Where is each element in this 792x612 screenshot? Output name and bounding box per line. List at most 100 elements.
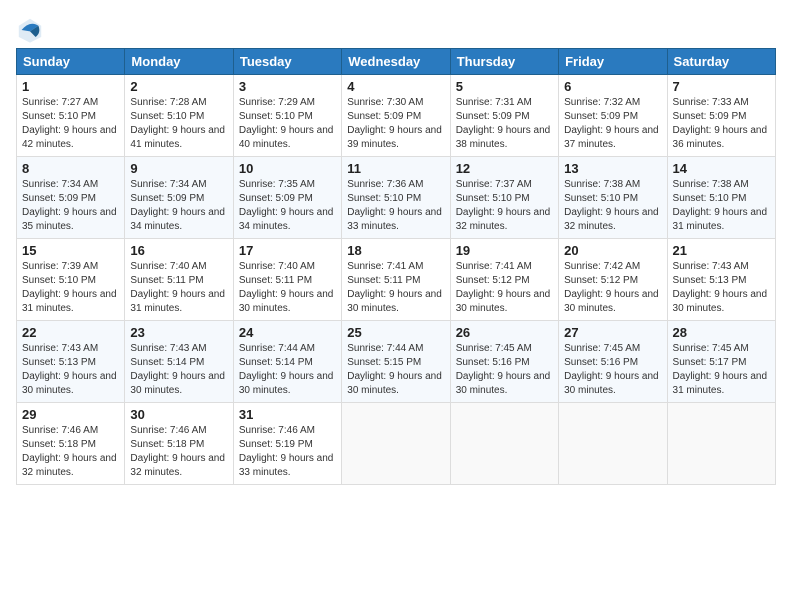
day-number: 1 [22,79,119,94]
day-info: Sunrise: 7:41 AM Sunset: 5:12 PM Dayligh… [456,260,553,316]
day-info: Sunrise: 7:38 AM Sunset: 5:10 PM Dayligh… [673,178,770,234]
day-number: 19 [456,243,553,258]
day-cell: 11 Sunrise: 7:36 AM Sunset: 5:10 PM Dayl… [342,157,450,239]
day-cell: 29 Sunrise: 7:46 AM Sunset: 5:18 PM Dayl… [17,403,125,485]
day-number: 18 [347,243,444,258]
day-info: Sunrise: 7:43 AM Sunset: 5:14 PM Dayligh… [130,342,227,398]
day-cell: 24 Sunrise: 7:44 AM Sunset: 5:14 PM Dayl… [233,321,341,403]
day-cell: 2 Sunrise: 7:28 AM Sunset: 5:10 PM Dayli… [125,75,233,157]
day-info: Sunrise: 7:44 AM Sunset: 5:15 PM Dayligh… [347,342,444,398]
day-number: 7 [673,79,770,94]
day-info: Sunrise: 7:45 AM Sunset: 5:16 PM Dayligh… [564,342,661,398]
day-number: 12 [456,161,553,176]
day-cell: 26 Sunrise: 7:45 AM Sunset: 5:16 PM Dayl… [450,321,558,403]
day-number: 8 [22,161,119,176]
col-header-thursday: Thursday [450,49,558,75]
day-info: Sunrise: 7:45 AM Sunset: 5:16 PM Dayligh… [456,342,553,398]
main-container: SundayMondayTuesdayWednesdayThursdayFrid… [0,0,792,493]
day-number: 24 [239,325,336,340]
day-cell [342,403,450,485]
day-info: Sunrise: 7:35 AM Sunset: 5:09 PM Dayligh… [239,178,336,234]
day-info: Sunrise: 7:27 AM Sunset: 5:10 PM Dayligh… [22,96,119,152]
day-number: 31 [239,407,336,422]
day-number: 4 [347,79,444,94]
day-info: Sunrise: 7:32 AM Sunset: 5:09 PM Dayligh… [564,96,661,152]
day-cell: 6 Sunrise: 7:32 AM Sunset: 5:09 PM Dayli… [559,75,667,157]
day-number: 23 [130,325,227,340]
day-cell: 12 Sunrise: 7:37 AM Sunset: 5:10 PM Dayl… [450,157,558,239]
day-number: 20 [564,243,661,258]
day-number: 17 [239,243,336,258]
day-number: 28 [673,325,770,340]
logo-icon [16,16,44,44]
day-info: Sunrise: 7:45 AM Sunset: 5:17 PM Dayligh… [673,342,770,398]
week-row-5: 29 Sunrise: 7:46 AM Sunset: 5:18 PM Dayl… [17,403,776,485]
day-cell: 15 Sunrise: 7:39 AM Sunset: 5:10 PM Dayl… [17,239,125,321]
day-number: 3 [239,79,336,94]
day-number: 29 [22,407,119,422]
day-info: Sunrise: 7:43 AM Sunset: 5:13 PM Dayligh… [22,342,119,398]
day-info: Sunrise: 7:46 AM Sunset: 5:18 PM Dayligh… [22,424,119,480]
day-cell: 23 Sunrise: 7:43 AM Sunset: 5:14 PM Dayl… [125,321,233,403]
day-info: Sunrise: 7:42 AM Sunset: 5:12 PM Dayligh… [564,260,661,316]
day-cell: 18 Sunrise: 7:41 AM Sunset: 5:11 PM Dayl… [342,239,450,321]
day-cell: 28 Sunrise: 7:45 AM Sunset: 5:17 PM Dayl… [667,321,775,403]
day-info: Sunrise: 7:31 AM Sunset: 5:09 PM Dayligh… [456,96,553,152]
day-number: 14 [673,161,770,176]
day-number: 27 [564,325,661,340]
day-cell: 22 Sunrise: 7:43 AM Sunset: 5:13 PM Dayl… [17,321,125,403]
day-number: 26 [456,325,553,340]
day-number: 2 [130,79,227,94]
day-info: Sunrise: 7:40 AM Sunset: 5:11 PM Dayligh… [239,260,336,316]
col-header-monday: Monday [125,49,233,75]
day-info: Sunrise: 7:39 AM Sunset: 5:10 PM Dayligh… [22,260,119,316]
day-cell: 21 Sunrise: 7:43 AM Sunset: 5:13 PM Dayl… [667,239,775,321]
day-cell: 10 Sunrise: 7:35 AM Sunset: 5:09 PM Dayl… [233,157,341,239]
day-number: 6 [564,79,661,94]
day-info: Sunrise: 7:46 AM Sunset: 5:18 PM Dayligh… [130,424,227,480]
logo [16,16,48,44]
day-info: Sunrise: 7:43 AM Sunset: 5:13 PM Dayligh… [673,260,770,316]
week-row-4: 22 Sunrise: 7:43 AM Sunset: 5:13 PM Dayl… [17,321,776,403]
col-header-tuesday: Tuesday [233,49,341,75]
day-number: 30 [130,407,227,422]
day-cell: 25 Sunrise: 7:44 AM Sunset: 5:15 PM Dayl… [342,321,450,403]
day-info: Sunrise: 7:36 AM Sunset: 5:10 PM Dayligh… [347,178,444,234]
day-info: Sunrise: 7:30 AM Sunset: 5:09 PM Dayligh… [347,96,444,152]
day-number: 21 [673,243,770,258]
day-info: Sunrise: 7:33 AM Sunset: 5:09 PM Dayligh… [673,96,770,152]
day-info: Sunrise: 7:34 AM Sunset: 5:09 PM Dayligh… [130,178,227,234]
day-cell: 4 Sunrise: 7:30 AM Sunset: 5:09 PM Dayli… [342,75,450,157]
day-cell: 1 Sunrise: 7:27 AM Sunset: 5:10 PM Dayli… [17,75,125,157]
col-header-sunday: Sunday [17,49,125,75]
week-row-1: 1 Sunrise: 7:27 AM Sunset: 5:10 PM Dayli… [17,75,776,157]
day-cell: 30 Sunrise: 7:46 AM Sunset: 5:18 PM Dayl… [125,403,233,485]
day-number: 10 [239,161,336,176]
day-number: 11 [347,161,444,176]
day-info: Sunrise: 7:28 AM Sunset: 5:10 PM Dayligh… [130,96,227,152]
day-cell: 8 Sunrise: 7:34 AM Sunset: 5:09 PM Dayli… [17,157,125,239]
day-cell: 31 Sunrise: 7:46 AM Sunset: 5:19 PM Dayl… [233,403,341,485]
col-header-wednesday: Wednesday [342,49,450,75]
day-cell: 19 Sunrise: 7:41 AM Sunset: 5:12 PM Dayl… [450,239,558,321]
day-cell: 17 Sunrise: 7:40 AM Sunset: 5:11 PM Dayl… [233,239,341,321]
day-number: 25 [347,325,444,340]
day-cell: 7 Sunrise: 7:33 AM Sunset: 5:09 PM Dayli… [667,75,775,157]
day-cell: 16 Sunrise: 7:40 AM Sunset: 5:11 PM Dayl… [125,239,233,321]
calendar-header-row: SundayMondayTuesdayWednesdayThursdayFrid… [17,49,776,75]
day-number: 13 [564,161,661,176]
day-cell [559,403,667,485]
header [16,16,776,44]
day-cell: 3 Sunrise: 7:29 AM Sunset: 5:10 PM Dayli… [233,75,341,157]
day-info: Sunrise: 7:34 AM Sunset: 5:09 PM Dayligh… [22,178,119,234]
day-info: Sunrise: 7:44 AM Sunset: 5:14 PM Dayligh… [239,342,336,398]
day-cell [450,403,558,485]
day-cell: 27 Sunrise: 7:45 AM Sunset: 5:16 PM Dayl… [559,321,667,403]
col-header-friday: Friday [559,49,667,75]
day-number: 15 [22,243,119,258]
day-info: Sunrise: 7:40 AM Sunset: 5:11 PM Dayligh… [130,260,227,316]
day-cell: 9 Sunrise: 7:34 AM Sunset: 5:09 PM Dayli… [125,157,233,239]
day-info: Sunrise: 7:29 AM Sunset: 5:10 PM Dayligh… [239,96,336,152]
calendar: SundayMondayTuesdayWednesdayThursdayFrid… [16,48,776,485]
day-info: Sunrise: 7:46 AM Sunset: 5:19 PM Dayligh… [239,424,336,480]
